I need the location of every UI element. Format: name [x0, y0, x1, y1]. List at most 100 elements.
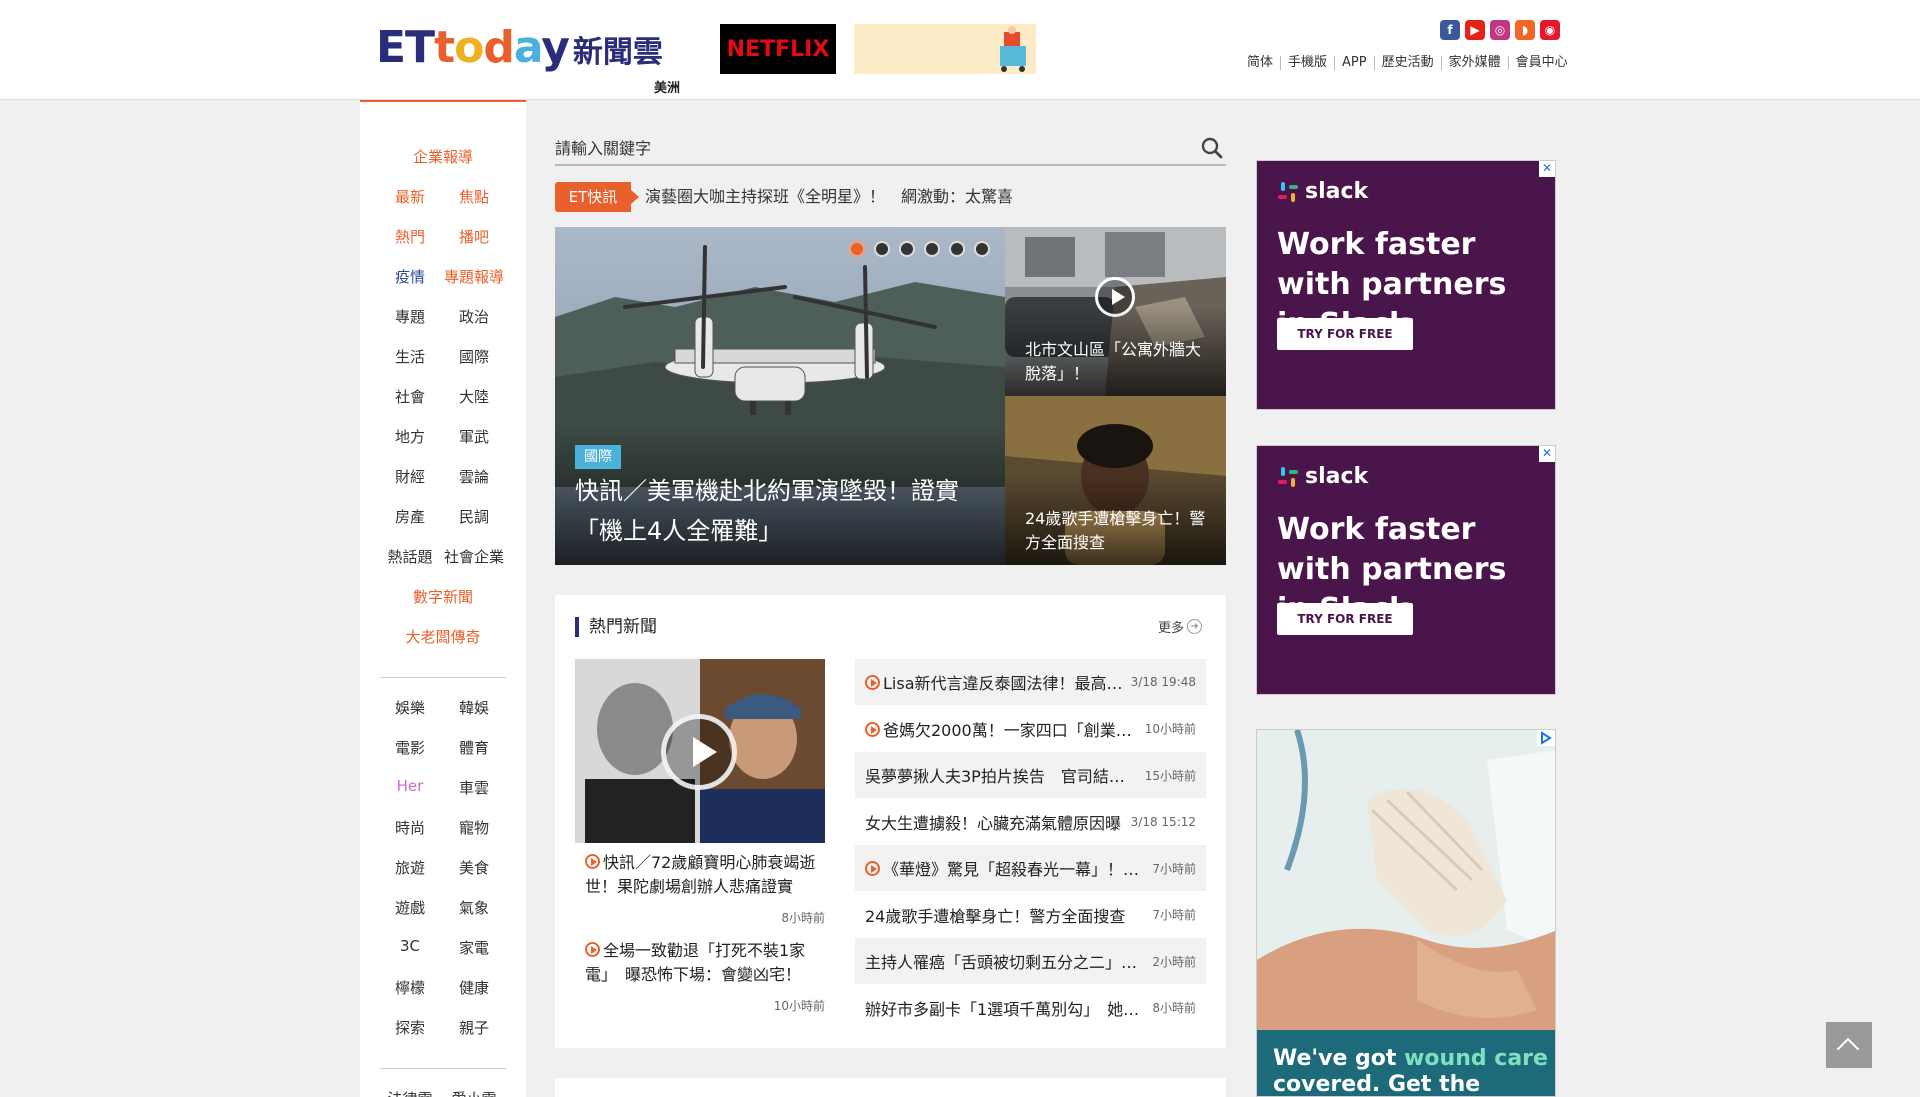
hot-news-list-item[interactable]: Lisa新代言違反泰國法律！最高「罰…3/18 19:48 — [855, 659, 1206, 705]
sidebar-item[interactable]: 車雲 — [444, 777, 504, 798]
sidebar-item[interactable]: 民調 — [444, 506, 504, 527]
sidebar-item[interactable]: 遊戲 — [380, 897, 440, 918]
topnav-member[interactable]: 會員中心 — [1507, 56, 1575, 70]
carousel-dot[interactable] — [949, 241, 965, 257]
sidebar-item[interactable]: 專題 — [380, 306, 440, 327]
adchoices-icon[interactable] — [1537, 730, 1555, 746]
topnav-mobile[interactable]: 手機版 — [1280, 56, 1334, 70]
sidebar-item[interactable]: 政治 — [444, 306, 504, 327]
carousel-dot[interactable] — [974, 241, 990, 257]
topnav-app[interactable]: APP — [1334, 56, 1374, 70]
ad-close-icon[interactable]: ✕ — [1539, 161, 1555, 177]
sidebar-item[interactable]: 企業報導 — [360, 146, 526, 167]
more-link[interactable]: 更多 ➜ — [1158, 617, 1203, 636]
sidebar-item[interactable]: 數字新聞 — [360, 586, 526, 607]
sidebar-item[interactable]: 熱話題 — [380, 546, 440, 567]
sidebar-item[interactable]: 寵物 — [444, 817, 504, 838]
sidebar-item[interactable]: 房產 — [380, 506, 440, 527]
video-play-icon[interactable] — [661, 714, 737, 790]
youtube-icon[interactable]: ▶ — [1465, 20, 1485, 40]
slack-ad[interactable]: ✕ slack Work faster with partners in Sla… — [1256, 445, 1556, 695]
sidebar-item[interactable]: 國際 — [444, 346, 504, 367]
hot-news-list-item[interactable]: 吳夢夢揪人夫3P拍片挨告 官司結果… 15小時前 — [855, 752, 1206, 798]
carousel-dot[interactable] — [924, 241, 940, 257]
hot-news-list-item[interactable]: 主持人罹癌「舌頭被切剩五分之二」… 2小時前 — [855, 938, 1206, 984]
sidebar-item[interactable]: 地方 — [380, 426, 440, 447]
sidebar-item[interactable]: 最新 — [380, 186, 440, 207]
back-to-top-button[interactable] — [1826, 1022, 1872, 1068]
sidebar-item[interactable]: Her — [380, 777, 440, 795]
netflix-banner-ad[interactable]: NETFLIX — [720, 24, 836, 74]
site-logo[interactable]: ETtoday 新聞雲 — [376, 22, 663, 74]
carousel-dot[interactable] — [849, 241, 865, 257]
side-story[interactable]: 24歲歌手遭槍擊身亡！警方全面搜查 — [1005, 396, 1226, 565]
sidebar-item[interactable]: 韓娛 — [444, 697, 504, 718]
sidebar-item[interactable]: 大老闆傳奇 — [360, 626, 526, 647]
sidebar-item[interactable]: 體育 — [444, 737, 504, 758]
sidebar-item[interactable]: 雲論 — [444, 466, 504, 487]
search-icon[interactable] — [1200, 136, 1224, 160]
sidebar-item[interactable]: 親子 — [444, 1017, 504, 1038]
list-item-text: 主持人罹癌「舌頭被切剩五分之二」… — [865, 953, 1138, 972]
sidebar-item[interactable]: 3C — [380, 937, 440, 955]
try-for-free-button[interactable]: TRY FOR FREE — [1277, 318, 1413, 350]
try-for-free-button[interactable]: TRY FOR FREE — [1277, 603, 1413, 635]
sidebar-item[interactable]: 電影 — [380, 737, 440, 758]
sidebar-item[interactable]: 社會 — [380, 386, 440, 407]
hero-story[interactable]: 國際 快訊／美軍機赴北約軍演墜毀！證實「機上4人全罹難」 — [555, 227, 1005, 565]
sidebar-item[interactable]: 社會企業 — [444, 546, 504, 567]
next-section-card — [555, 1078, 1226, 1097]
carousel-dot[interactable] — [874, 241, 890, 257]
hot-news-list-item[interactable]: 24歲歌手遭槍擊身亡！警方全面搜查 7小時前 — [855, 892, 1206, 938]
sidebar-item[interactable]: 健康 — [444, 977, 504, 998]
sidebar-item[interactable]: 專題報導 — [444, 266, 504, 287]
sidebar-item[interactable]: 檸檬 — [380, 977, 440, 998]
hero-category-badge[interactable]: 國際 — [575, 445, 621, 469]
rss-icon[interactable]: ◗ — [1515, 20, 1535, 40]
sidebar-item[interactable]: 播吧 — [444, 226, 504, 247]
sidebar-item[interactable]: 探索 — [380, 1017, 440, 1038]
weibo-icon[interactable]: ◉ — [1540, 20, 1560, 40]
wound-care-ad[interactable]: We've got wound care covered. Get the pr… — [1256, 729, 1556, 1097]
sidebar-item[interactable]: 軍武 — [444, 426, 504, 447]
region-label[interactable]: 美洲 — [654, 77, 680, 96]
instagram-icon[interactable]: ◎ — [1490, 20, 1510, 40]
topnav-outdoor-media[interactable]: 家外媒體 — [1440, 56, 1508, 70]
slack-ad[interactable]: ✕ slack Work faster with partners in Sla… — [1256, 160, 1556, 410]
header-banner-ad[interactable] — [854, 24, 1036, 74]
side-story[interactable]: 北市文山區「公寓外牆大脫落」！ — [1005, 227, 1226, 396]
sidebar-item[interactable]: 家電 — [444, 937, 504, 958]
sidebar-item[interactable]: 生活 — [380, 346, 440, 367]
hot-news-story[interactable]: 全場一致勸退「打死不裝1家電」 曝恐怖下場：會變凶宅！ — [585, 939, 825, 987]
sidebar-item[interactable]: 旅遊 — [380, 857, 440, 878]
topnav-simplified[interactable]: 简体 — [1240, 56, 1280, 70]
hot-news-list-item[interactable]: 《華燈》驚見「超殺春光一幕」！… 7小時前 — [855, 845, 1206, 891]
sidebar-item-love[interactable]: 愛小雲 — [444, 1088, 504, 1097]
sidebar-item[interactable]: 財經 — [380, 466, 440, 487]
arrow-right-icon: ➜ — [1187, 619, 1203, 634]
side-story-title[interactable]: 北市文山區「公寓外牆大脫落」！ — [1025, 338, 1215, 386]
hero-title[interactable]: 快訊／美軍機赴北約軍演墜毀！證實「機上4人全罹難」 — [575, 471, 995, 551]
search-input[interactable] — [555, 132, 1175, 164]
sidebar-item[interactable]: 娛樂 — [380, 697, 440, 718]
topnav-events[interactable]: 歷史活動 — [1373, 56, 1441, 70]
sidebar-item-law[interactable]: 法律雲 — [380, 1088, 440, 1097]
hot-news-story[interactable]: 快訊／72歲顧寶明心肺衰竭逝世！果陀劇場創辦人悲痛證實 — [585, 851, 825, 899]
sidebar-item[interactable]: 美食 — [444, 857, 504, 878]
breaking-news-headline[interactable]: 演藝圈大咖主持探班《全明星》！ 網激動：太驚喜 — [645, 182, 1013, 212]
ad-close-icon[interactable]: ✕ — [1539, 446, 1555, 462]
carousel-dot[interactable] — [899, 241, 915, 257]
sidebar-item[interactable]: 大陸 — [444, 386, 504, 407]
sidebar-item[interactable]: 熱門 — [380, 226, 440, 247]
hot-news-list-item[interactable]: 辦好市多副卡「1選項千萬別勾」 她… 8小時前 — [855, 985, 1206, 1031]
side-story-title[interactable]: 24歲歌手遭槍擊身亡！警方全面搜查 — [1025, 507, 1215, 555]
sidebar-item[interactable]: 疫情 — [380, 266, 440, 287]
facebook-icon[interactable]: f — [1440, 20, 1460, 40]
hot-news-thumbnail[interactable] — [575, 659, 825, 843]
sidebar-item[interactable]: 焦點 — [444, 186, 504, 207]
hot-news-list-item[interactable]: 女大生遭擄殺！心臟充滿氣體原因曝 3/18 15:12 — [855, 799, 1206, 845]
slack-logo: slack — [1277, 179, 1368, 204]
sidebar-item[interactable]: 時尚 — [380, 817, 440, 838]
hot-news-list-item[interactable]: 爸媽欠2000萬！一家四口「創業賣… 10小時前 — [855, 706, 1206, 752]
sidebar-item[interactable]: 氣象 — [444, 897, 504, 918]
